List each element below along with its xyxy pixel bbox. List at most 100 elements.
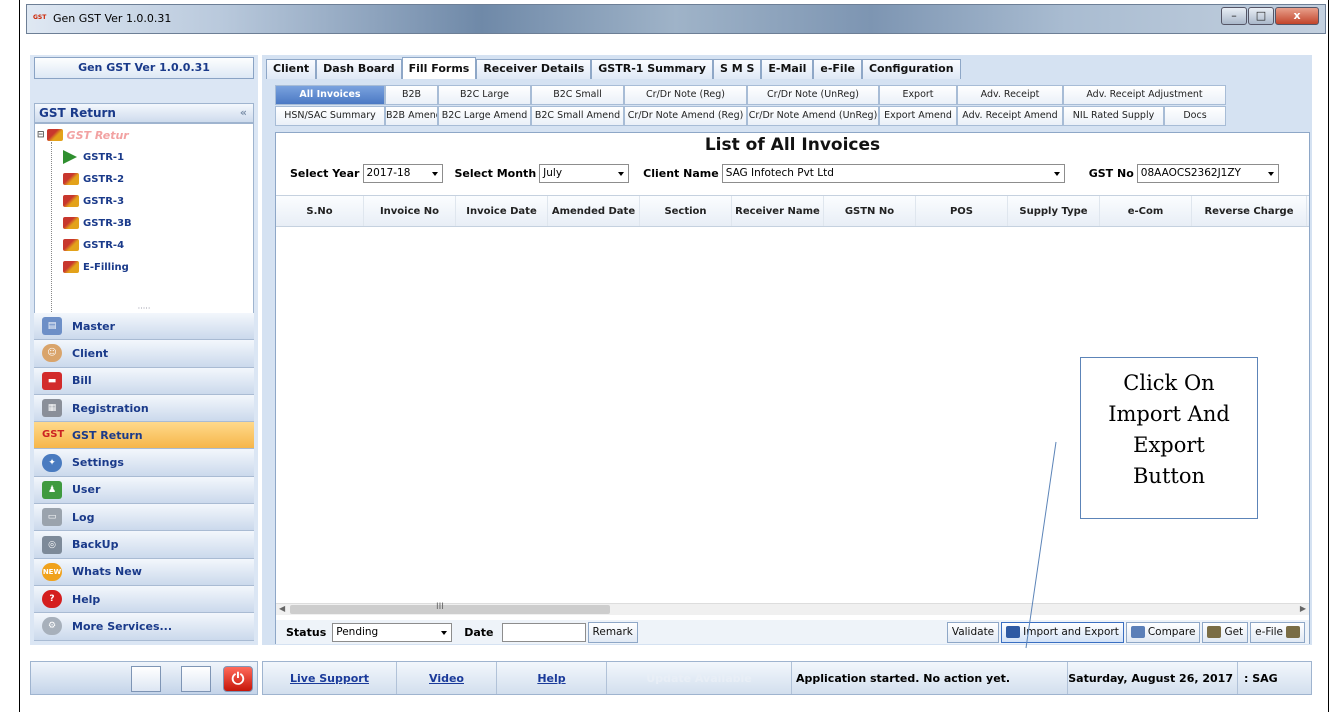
nav-item-backup[interactable]: ◎ BackUp: [34, 531, 254, 559]
validate-button[interactable]: Validate: [946, 621, 1000, 643]
date-field[interactable]: [501, 622, 586, 642]
subtab-crdr-note-amend-reg[interactable]: Cr/Dr Note Amend (Reg): [624, 106, 747, 126]
tab-dash-board[interactable]: Dash Board: [316, 59, 402, 79]
subtab-all-invoices[interactable]: All Invoices: [275, 85, 385, 105]
col-s-no[interactable]: S.No: [276, 196, 364, 226]
tree-item-gstr-2[interactable]: GSTR-2: [63, 170, 124, 188]
bottom-status-bar: Live Support Video Help Update Available…: [262, 661, 1312, 695]
gst-no-select[interactable]: 08AAOCS2362J1ZY: [1136, 163, 1279, 183]
tree-item-gstr-3[interactable]: GSTR-3: [63, 192, 124, 210]
tree-item-gstr-1[interactable]: GSTR-1: [63, 148, 124, 166]
nav-item-master[interactable]: ▤ Master: [34, 313, 254, 341]
scroll-left-icon[interactable]: ◀: [279, 604, 285, 613]
update-available-link[interactable]: Update Available: [646, 672, 751, 685]
tree-item-label: GSTR-1: [83, 151, 125, 163]
layout-right-icon[interactable]: [181, 666, 211, 692]
col-pos[interactable]: POS: [916, 196, 1008, 226]
video-link[interactable]: Video: [429, 672, 464, 685]
tree-item-e-filling[interactable]: E-Filling: [63, 258, 129, 276]
scroll-right-icon[interactable]: ▶: [1300, 604, 1306, 613]
status-user: : SAG: [1244, 671, 1278, 685]
tree-root[interactable]: ⊟ GST Retur: [37, 126, 129, 144]
tree-item-label: GSTR-4: [83, 239, 125, 251]
tab-sms[interactable]: S M S: [712, 59, 762, 79]
nav-item-bill[interactable]: ▬ Bill: [34, 367, 254, 395]
subtab-adv-receipt[interactable]: Adv. Receipt: [957, 85, 1063, 105]
remark-button[interactable]: Remark: [587, 621, 638, 643]
subtab-export[interactable]: Export: [879, 85, 957, 105]
status-select[interactable]: Pending: [332, 622, 453, 642]
efile-button[interactable]: e-File: [1250, 621, 1305, 643]
client-label: Client Name: [643, 166, 719, 180]
nav-label: Settings: [72, 456, 124, 470]
nav-item-gst-return[interactable]: GST GST Return: [34, 422, 254, 450]
client-select[interactable]: SAG Infotech Pvt Ltd: [721, 163, 1065, 183]
subtab-b2c-small-amend[interactable]: B2C Small Amend: [531, 106, 624, 126]
subtab-b2c-small[interactable]: B2C Small: [531, 85, 624, 105]
tab-gstr-1-summary[interactable]: GSTR-1 Summary: [591, 59, 713, 79]
col-gstn-no[interactable]: GSTN No: [824, 196, 916, 226]
subtab-b2b-amend[interactable]: B2B Amend: [385, 106, 438, 126]
power-icon[interactable]: ⏻: [223, 666, 253, 692]
subtab-docs[interactable]: Docs: [1164, 106, 1226, 126]
nav-item-more-services[interactable]: ⚙ More Services...: [34, 613, 254, 641]
nav-item-log[interactable]: ▭ Log: [34, 504, 254, 532]
subtab-crdr-note-unreg[interactable]: Cr/Dr Note (UnReg): [747, 85, 879, 105]
col-e-com[interactable]: e-Com: [1100, 196, 1192, 226]
minimize-button[interactable]: –: [1221, 7, 1247, 25]
nav-menu: ▤ Master ☺ Client ▬ Bill ▦ Registration GST G…: [34, 313, 254, 641]
log-icon: ▭: [42, 508, 62, 527]
subtab-adv-receipt-amend[interactable]: Adv. Receipt Amend: [957, 106, 1063, 126]
month-select[interactable]: July: [539, 163, 630, 183]
expand-icon[interactable]: ⊟: [37, 130, 45, 140]
nav-item-settings[interactable]: ✦ Settings: [34, 449, 254, 477]
col-invoice-no[interactable]: Invoice No: [364, 196, 456, 226]
tab-configuration[interactable]: Configuration: [861, 59, 961, 79]
col-supply-type[interactable]: Supply Type: [1008, 196, 1100, 226]
col-section[interactable]: Section: [640, 196, 732, 226]
col-reverse-charge[interactable]: Reverse Charge: [1192, 196, 1307, 226]
tab-fill-forms[interactable]: Fill Forms: [401, 57, 477, 79]
scroll-thumb[interactable]: [290, 605, 610, 614]
nav-item-help[interactable]: ? Help: [34, 585, 254, 614]
subtab-export-amend[interactable]: Export Amend: [879, 106, 957, 126]
page-title: List of All Invoices: [704, 135, 881, 155]
stack-icon: [63, 217, 79, 229]
subtab-crdr-note-reg[interactable]: Cr/Dr Note (Reg): [624, 85, 747, 105]
nav-item-user[interactable]: ♟ User: [34, 476, 254, 505]
tab-efile[interactable]: e-File: [813, 59, 862, 79]
close-button[interactable]: x: [1275, 7, 1319, 25]
subtab-crdr-note-amend-unreg[interactable]: Cr/Dr Note Amend (UnReg): [747, 106, 879, 126]
nav-item-whats-new[interactable]: NEW Whats New: [34, 558, 254, 586]
status-message: Application started. No action yet.: [792, 662, 1068, 694]
subtab-b2c-large[interactable]: B2C Large: [438, 85, 531, 105]
subtab-hsn-sac-summary[interactable]: HSN/SAC Summary: [275, 106, 385, 126]
nav-item-client[interactable]: ☺ Client: [34, 340, 254, 368]
nav-item-registration[interactable]: ▦ Registration: [34, 394, 254, 423]
year-select[interactable]: 2017-18: [362, 163, 443, 183]
tab-receiver-details[interactable]: Receiver Details: [476, 59, 592, 79]
callout-line-4: Button: [1132, 464, 1205, 488]
col-invoice-date[interactable]: Invoice Date: [456, 196, 548, 226]
col-receiver-name[interactable]: Receiver Name: [732, 196, 824, 226]
compare-button[interactable]: Compare: [1125, 621, 1201, 643]
get-button[interactable]: Get: [1202, 621, 1249, 643]
layout-left-icon[interactable]: [131, 666, 161, 692]
subtab-nil-rated-supply[interactable]: NIL Rated Supply: [1063, 106, 1164, 126]
live-support-link[interactable]: Live Support: [290, 672, 369, 685]
subtab-adv-receipt-adjustment[interactable]: Adv. Receipt Adjustment: [1063, 85, 1226, 105]
subtab-b2c-large-amend[interactable]: B2C Large Amend: [438, 106, 531, 126]
nav-label: Whats New: [72, 565, 142, 579]
col-amended-date[interactable]: Amended Date: [548, 196, 640, 226]
tab-email[interactable]: E-Mail: [761, 59, 814, 79]
subtab-b2b[interactable]: B2B: [385, 85, 438, 105]
nav-label: Client: [72, 346, 109, 360]
tab-client[interactable]: Client: [266, 59, 317, 79]
nav-label: GST Return: [72, 428, 143, 442]
horizontal-scrollbar[interactable]: ◀ III ▶: [276, 602, 1309, 615]
tree-item-gstr-4[interactable]: GSTR-4: [63, 236, 124, 254]
maximize-button[interactable]: □: [1248, 7, 1274, 25]
collapse-icon[interactable]: «: [240, 104, 247, 122]
tree-item-gstr-3b[interactable]: GSTR-3B: [63, 214, 132, 232]
help-link[interactable]: Help: [537, 672, 565, 685]
